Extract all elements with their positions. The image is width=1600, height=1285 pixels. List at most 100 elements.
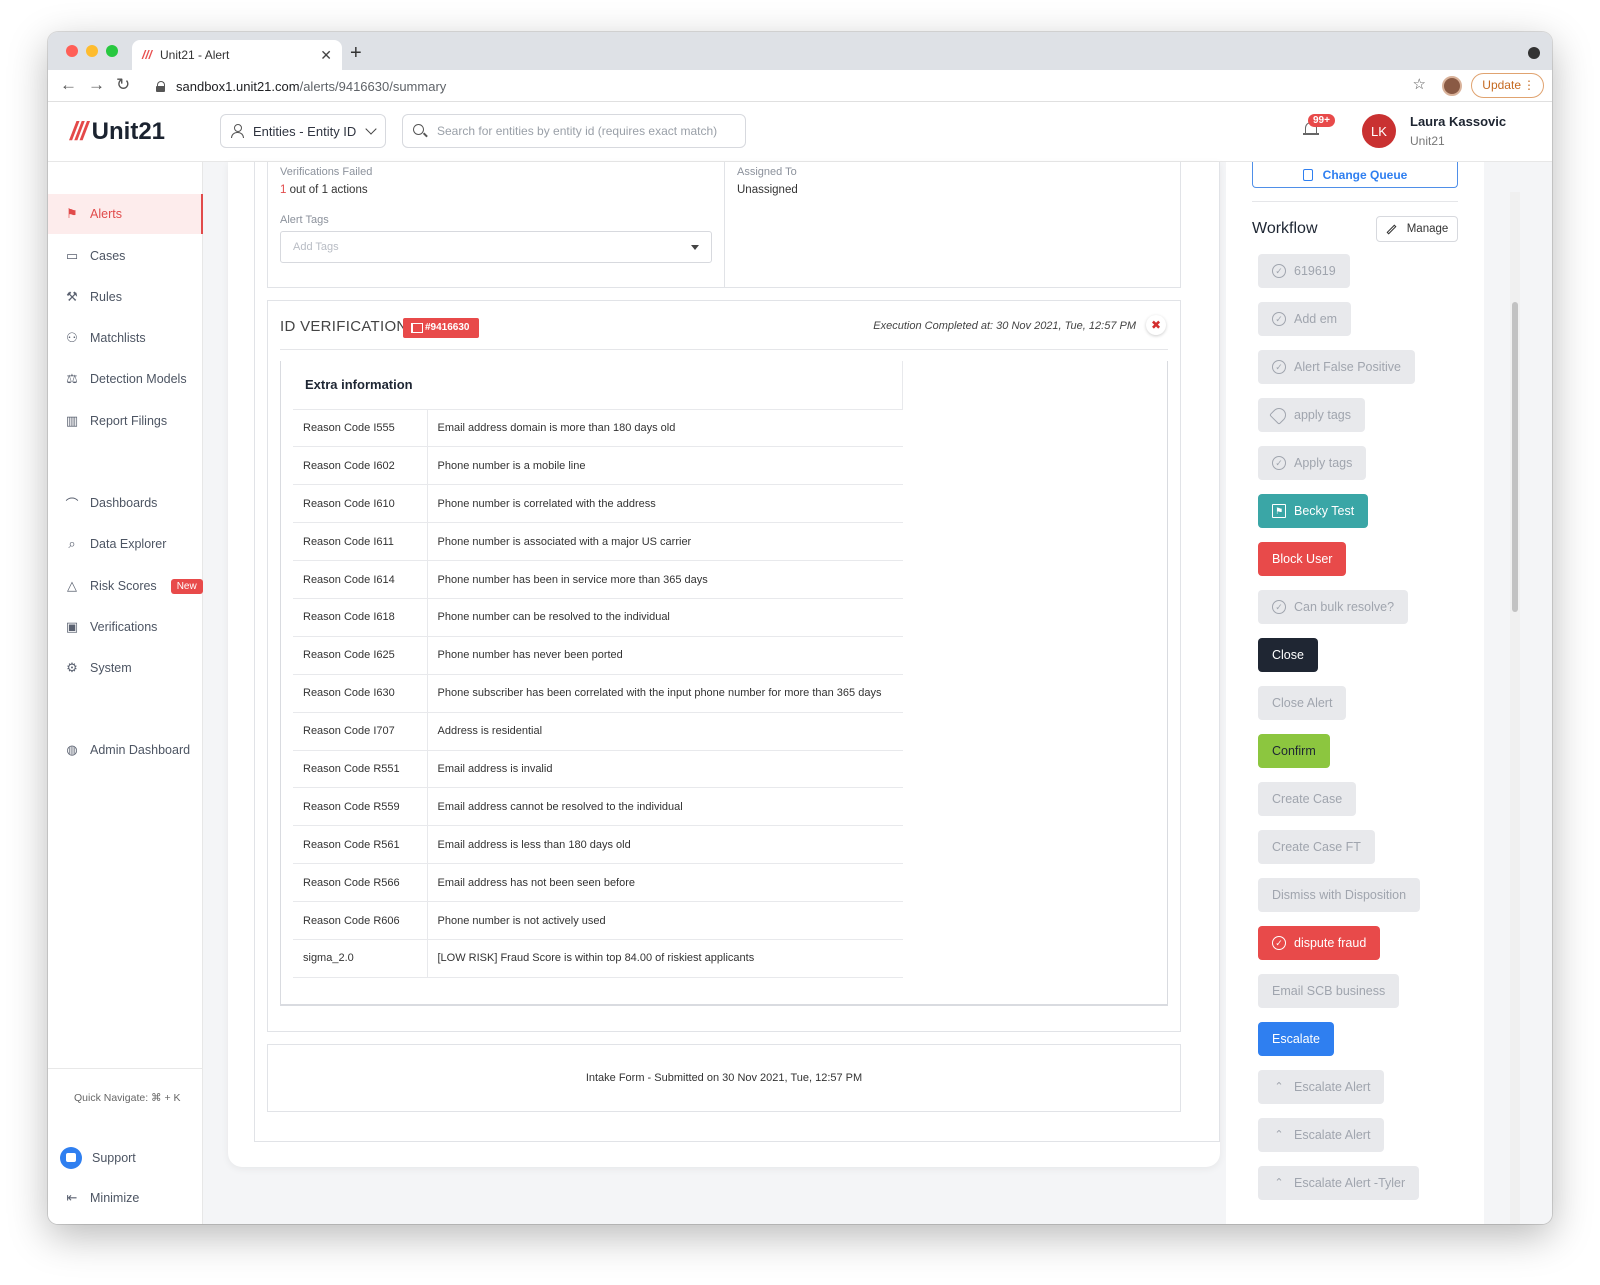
workflow-button[interactable]: Create Case <box>1258 782 1357 816</box>
sidebar-item-label: Alerts <box>90 207 122 221</box>
forward-arrow-icon[interactable]: → <box>88 75 105 95</box>
reason-description-cell: Email address domain is more than 180 da… <box>427 409 903 448</box>
workflow-button[interactable]: ✓ Alert False Positive <box>1258 350 1415 384</box>
sidebar-item-verifications[interactable]: ▣ Verifications <box>48 607 203 647</box>
table-row: sigma_2.0 [LOW RISK] Fraud Score is withi… <box>293 939 903 978</box>
avatar[interactable]: LK <box>1362 114 1396 148</box>
workflow-button[interactable]: Create Case FT <box>1258 830 1375 864</box>
unit21-logo[interactable]: /// Unit21 <box>70 116 165 147</box>
divider <box>1252 201 1458 202</box>
sidebar-item-system[interactable]: ⚙ System <box>48 648 203 688</box>
divider <box>280 349 1168 350</box>
alert-tags-select[interactable]: Add Tags <box>280 231 712 263</box>
sidebar-item-alerts[interactable]: ⚑ Alerts <box>48 194 203 234</box>
id-verification-panel: ID VERIFICATION #9416630 Execution Compl… <box>267 300 1181 1032</box>
tab-close-icon[interactable]: ✕ <box>320 47 332 64</box>
workflow-button-label: Add em <box>1294 312 1338 326</box>
sidebar-item-rules[interactable]: ⚒ Rules <box>48 277 203 317</box>
reason-code-cell: sigma_2.0 <box>293 939 428 978</box>
back-arrow-icon[interactable]: ← <box>60 75 77 95</box>
sidebar-item-detection-models[interactable]: ⚖ Detection Models <box>48 359 203 399</box>
workflow-button[interactable]: ✓ dispute fraud <box>1258 926 1381 960</box>
sidebar-item-label: Report Filings <box>90 414 168 428</box>
workflow-button[interactable]: apply tags <box>1258 398 1365 432</box>
workflow-button[interactable]: Confirm <box>1258 734 1330 768</box>
briefcase-icon: ▭ <box>65 248 79 263</box>
update-button[interactable]: Update ⋮ <box>1471 73 1544 98</box>
workflow-button[interactable]: Close <box>1258 638 1318 672</box>
manage-button[interactable]: Manage <box>1376 216 1458 242</box>
sidebar-item-data-explorer[interactable]: ⌕ Data Explorer <box>48 524 203 564</box>
sidebar-item-risk-scores[interactable]: △ Risk Scores New <box>48 566 203 606</box>
reload-icon[interactable]: ↻ <box>116 75 130 95</box>
workflow-button[interactable]: ✓ Can bulk resolve? <box>1258 590 1409 624</box>
workflow-button[interactable]: ✓ Apply tags <box>1258 446 1367 480</box>
sidebar-item-matchlists[interactable]: ⚇ Matchlists <box>48 318 203 358</box>
alert-detail-inner: Verifications Failed 1 out of 1 actions … <box>254 162 1220 1142</box>
close-window-button[interactable] <box>66 45 78 57</box>
sidebar-item-admin-dashboard[interactable]: ◍ Admin Dashboard <box>48 730 203 770</box>
browser-tab-bar: /// Unit21 - Alert ✕ + <box>48 32 1552 70</box>
workflow-button-label: Escalate Alert <box>1294 1080 1371 1094</box>
search-input[interactable] <box>437 124 727 138</box>
workflow-button-label: Escalate <box>1272 1032 1320 1046</box>
table-row: Reason Code I602 Phone number is a mobile… <box>293 446 903 486</box>
workflow-button[interactable]: ⌃ Escalate Alert <box>1258 1118 1385 1152</box>
sidebar-item-report-filings[interactable]: ▥ Report Filings <box>48 401 203 441</box>
sidebar-item-cases[interactable]: ▭ Cases <box>48 236 203 276</box>
close-icon[interactable]: ✖ <box>1146 315 1166 335</box>
notifications-badge: 99+ <box>1308 114 1335 127</box>
reason-code-cell: Reason Code R561 <box>293 825 428 865</box>
sidebar-item-dashboards[interactable]: ⌒ Dashboards <box>48 483 203 523</box>
maximize-window-button[interactable] <box>106 45 118 57</box>
workflow-button-label: Confirm <box>1272 744 1316 758</box>
reason-description-cell: Email address is invalid <box>427 750 903 789</box>
table-row: Reason Code R559 Email address cannot be … <box>293 787 903 827</box>
workflow-button[interactable]: Escalate <box>1258 1022 1334 1056</box>
change-queue-button[interactable]: Change Queue <box>1252 162 1458 188</box>
user-name[interactable]: Laura Kassovic <box>1410 114 1506 129</box>
intake-form-panel[interactable]: Intake Form - Submitted on 30 Nov 2021, … <box>267 1044 1181 1112</box>
table-row: Reason Code I555 Email address domain is … <box>293 409 903 448</box>
quick-navigate-hint: Quick Navigate: ⌘ + K <box>74 1092 181 1104</box>
user-org: Unit21 <box>1410 134 1445 148</box>
reason-description-cell: Phone number is correlated with the addr… <box>427 484 903 524</box>
workflow-button[interactable]: ⌃ Escalate Alert <box>1258 1070 1385 1104</box>
workflow-button[interactable]: ✓ 619619 <box>1258 254 1350 288</box>
building-icon: ▥ <box>65 413 79 428</box>
workflow-button[interactable]: Email SCB business <box>1258 974 1400 1008</box>
workflow-button[interactable]: Dismiss with Disposition <box>1258 878 1421 912</box>
check-circle-icon: ✓ <box>1272 600 1286 614</box>
reason-code-cell: Reason Code R551 <box>293 750 428 789</box>
browser-tab[interactable]: /// Unit21 - Alert ✕ <box>132 40 342 70</box>
sidebar: ⚑ Alerts ▭ Cases ⚒ Rules ⚇ Matchlists ⚖ … <box>48 162 203 1224</box>
alert-id-flag-badge[interactable]: #9416630 <box>403 318 479 338</box>
search-icon <box>413 124 427 138</box>
address-bar[interactable]: sandbox1.unit21.com/alerts/9416630/summa… <box>146 73 1486 99</box>
tab-search-icon[interactable] <box>1528 47 1540 59</box>
workflow-button-label: Close Alert <box>1272 696 1333 710</box>
profile-avatar-icon[interactable] <box>1442 76 1462 96</box>
support-button[interactable]: Support <box>48 1138 203 1178</box>
check-circle-icon: ✓ <box>1272 312 1286 326</box>
entity-type-select[interactable]: Entities - Entity ID <box>220 114 386 148</box>
workflow-button[interactable]: ⚑ Becky Test <box>1258 494 1369 528</box>
chart-line-icon: ⌒ <box>65 496 79 512</box>
intake-form-text: Intake Form - Submitted on 30 Nov 2021, … <box>585 1072 863 1084</box>
workflow-button[interactable]: ✓ Add em <box>1258 302 1352 336</box>
workflow-button-label: Email SCB business <box>1272 984 1386 998</box>
workflow-button[interactable]: Close Alert <box>1258 686 1347 720</box>
update-label: Update <box>1482 78 1521 92</box>
workflow-button[interactable]: ⌃ Escalate Alert -Tyler <box>1258 1166 1420 1200</box>
new-tab-button[interactable]: + <box>350 42 362 65</box>
workflow-button-label: Alert False Positive <box>1294 360 1401 374</box>
workflow-button-label: Apply tags <box>1294 456 1353 470</box>
bookmark-star-icon[interactable]: ☆ <box>1413 75 1426 93</box>
reason-description-cell: Email address is less than 180 days old <box>427 825 903 865</box>
minimize-sidebar-button[interactable]: ⇤ Minimize <box>48 1178 203 1218</box>
scrollbar-thumb[interactable] <box>1512 302 1518 612</box>
workflow-button[interactable]: Block User <box>1258 542 1347 576</box>
minimize-window-button[interactable] <box>86 45 98 57</box>
entity-type-label: Entities - Entity ID <box>253 123 357 139</box>
url-host: sandbox1.unit21.com <box>176 78 300 94</box>
